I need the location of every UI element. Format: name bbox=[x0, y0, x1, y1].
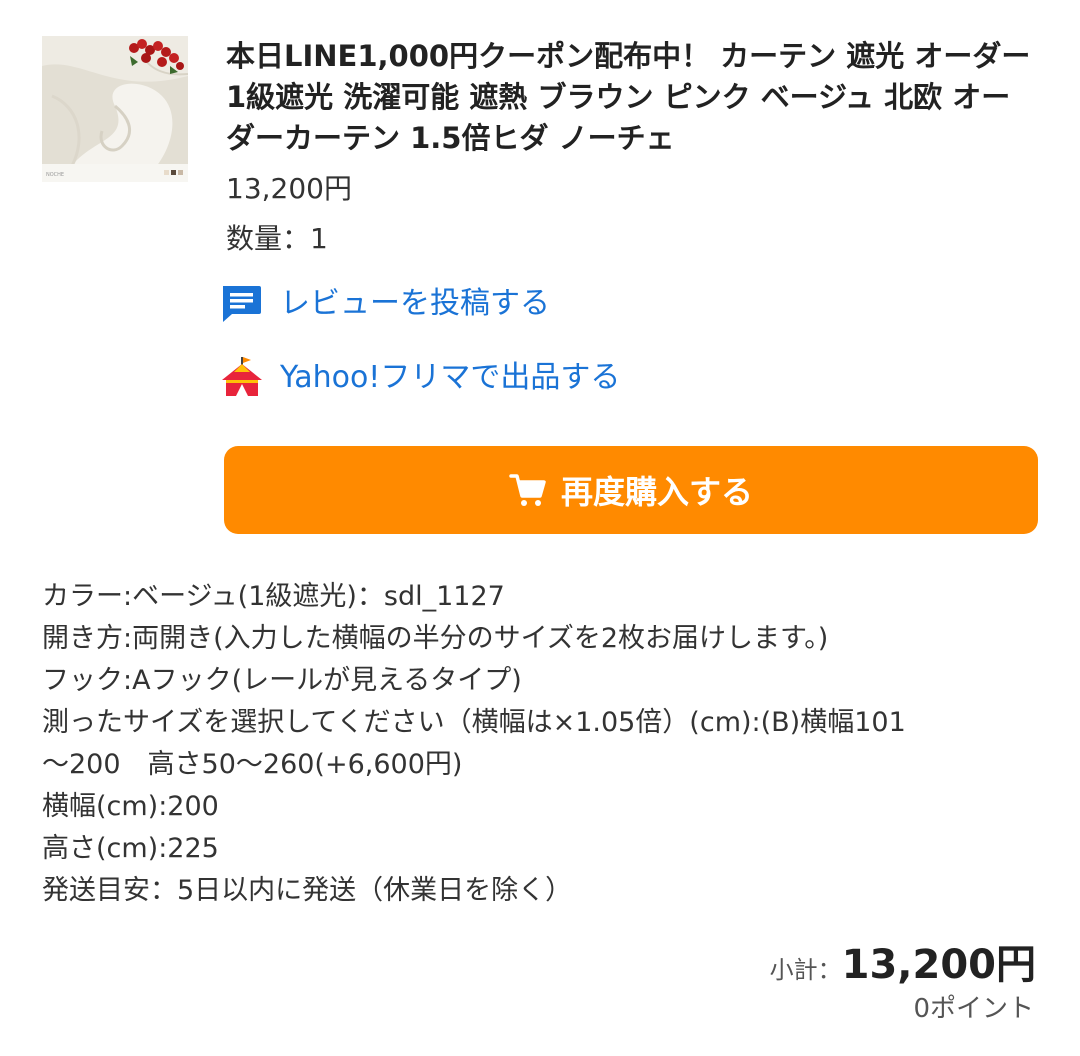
option-line: フック:Aフック(レールが見えるタイプ) bbox=[42, 665, 522, 696]
option-line: 高さ(cm):225 bbox=[42, 833, 219, 864]
post-review-link[interactable]: レビューを投稿する bbox=[220, 282, 550, 326]
rebuy-button[interactable]: 再度購入する bbox=[224, 446, 1038, 534]
cart-icon bbox=[509, 471, 547, 509]
product-price: 13,200円 bbox=[226, 172, 352, 205]
points-earned: 0ポイント bbox=[913, 994, 1034, 1024]
option-line: 発送目安：5日以内に発送（休業日を除く） bbox=[42, 875, 573, 906]
subtotal-value: 13,200円 bbox=[841, 942, 1036, 988]
product-thumbnail[interactable]: NOCHE bbox=[42, 36, 188, 182]
option-line: 横幅(cm):200 bbox=[42, 791, 219, 822]
option-line: 〜200 高さ50〜260(+6,600円) bbox=[42, 749, 463, 780]
tent-icon bbox=[220, 356, 264, 400]
subtotal-label: 小計： bbox=[769, 956, 842, 984]
product-title[interactable]: 本日LINE1,000円クーポン配布中！ カーテン 遮光 オーダー 1級遮光 洗… bbox=[226, 36, 1036, 159]
option-line: 測ったサイズを選択してください（横幅は×1.05倍）(cm):(B)横幅101 bbox=[42, 707, 906, 738]
product-image: NOCHE bbox=[42, 36, 188, 182]
sell-on-flea-market-label: Yahoo!フリマで出品する bbox=[280, 360, 621, 395]
sell-on-flea-market-link[interactable]: Yahoo!フリマで出品する bbox=[220, 356, 620, 400]
option-line: 開き方:両開き(入力した横幅の半分のサイズを2枚お届けします。) bbox=[42, 623, 829, 654]
option-line: カラー:ベージュ(1級遮光)：sdl_1127 bbox=[42, 581, 505, 612]
post-review-label: レビューを投稿する bbox=[280, 286, 550, 321]
thumbnail-caption: NOCHE bbox=[46, 172, 64, 178]
selected-options: カラー:ベージュ(1級遮光)：sdl_1127 開き方:両開き(入力した横幅の半… bbox=[42, 576, 1042, 912]
rebuy-label: 再度購入する bbox=[560, 473, 753, 511]
product-quantity: 数量：1 bbox=[226, 222, 328, 255]
subtotal: 小計： 13,200円 bbox=[770, 932, 1036, 990]
comment-icon bbox=[220, 282, 264, 326]
